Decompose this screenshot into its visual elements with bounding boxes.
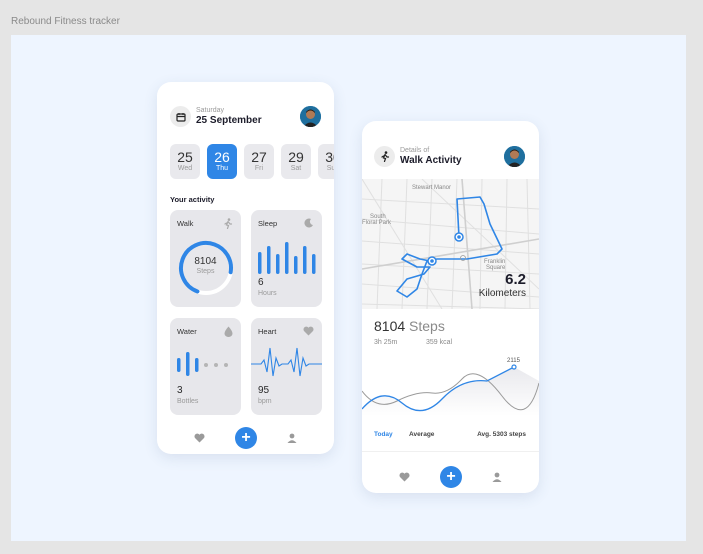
header-day: Saturday <box>196 107 225 114</box>
walk-title: Walk <box>177 219 194 228</box>
sleep-title: Sleep <box>258 219 278 228</box>
steps-line-chart <box>362 364 539 416</box>
avatar-image <box>504 146 525 167</box>
add-button[interactable]: + <box>235 427 257 449</box>
date-weekday: Thu <box>215 165 229 172</box>
date-number: 25 <box>177 149 193 165</box>
steps-value: 8104 <box>374 318 406 334</box>
heart-title: Heart <box>258 327 277 336</box>
frame-title: Rebound Fitness tracker <box>11 16 120 27</box>
heart-unit: bpm <box>258 398 272 405</box>
walk-unit: Steps <box>196 268 215 275</box>
map-label-park-2: Floral Park <box>362 220 392 226</box>
duration-stat: 3h 25m <box>374 339 398 346</box>
date-weekday: Sun <box>326 165 334 172</box>
sleep-unit: Hours <box>258 290 277 297</box>
date-chip[interactable]: 25 Wed <box>170 144 200 179</box>
distance-value: 6.2 <box>505 271 526 288</box>
walk-icon <box>380 151 389 162</box>
heart-pulse <box>251 347 322 377</box>
divider <box>362 451 539 452</box>
drop-icon <box>224 326 233 337</box>
date-weekday: Wed <box>177 165 193 172</box>
canvas <box>11 35 686 541</box>
walk-header: Details of Walk Activity <box>374 146 462 167</box>
header-title: Walk Activity <box>400 155 462 166</box>
walk-activity-screen: Details of Walk Activity Stewart Manor S… <box>362 121 539 493</box>
walk-card[interactable]: Walk 8104 Steps <box>170 210 241 307</box>
date-number: 27 <box>251 149 267 165</box>
date-weekday: Fri <box>254 165 264 172</box>
water-unit: Bottles <box>177 398 199 405</box>
map-label-street: Stewart Manor <box>412 185 452 191</box>
avatar-image <box>300 106 321 127</box>
sleep-card[interactable]: Sleep 6 Hours <box>251 210 322 307</box>
date-chip[interactable]: 29 Sat <box>281 144 311 179</box>
section-title: Your activity <box>170 195 215 204</box>
avatar[interactable] <box>504 146 525 167</box>
water-bottles <box>177 352 228 376</box>
steps-summary: 8104 Steps <box>374 318 445 334</box>
water-value: 3 <box>177 385 183 396</box>
sleep-value: 6 <box>258 277 264 288</box>
walk-value: 8104 <box>194 256 217 267</box>
date-number: 29 <box>288 149 304 165</box>
legend-average[interactable]: Average <box>409 431 434 438</box>
calendar-button[interactable] <box>170 106 191 127</box>
calendar-icon <box>175 112 186 122</box>
date-chip[interactable]: 27 Fri <box>244 144 274 179</box>
heart-tab-icon[interactable] <box>399 472 410 482</box>
activity-screen: Saturday 25 September 25 Wed 26 Thu 27 Fri 29 S… <box>157 82 334 454</box>
water-card[interactable]: Water 3 Bottles <box>170 318 241 415</box>
tab-bar: + <box>362 461 539 493</box>
steps-label: Steps <box>409 318 445 334</box>
profile-tab-icon[interactable] <box>492 472 502 482</box>
heart-value: 95 <box>258 385 270 396</box>
avatar[interactable] <box>300 106 321 127</box>
avg-steps: Avg. 5303 steps <box>477 431 526 438</box>
date-number: 30 <box>325 149 334 165</box>
map-label-square-2: Square <box>486 265 506 271</box>
legend-today[interactable]: Today <box>374 431 393 438</box>
header-subtitle: Details of <box>400 147 430 154</box>
heart-card[interactable]: Heart 95 bpm <box>251 318 322 415</box>
water-title: Water <box>177 327 197 336</box>
date-chip[interactable]: 26 Thu <box>207 144 237 179</box>
tab-bar: + <box>157 422 334 454</box>
calories-stat: 359 kcal <box>426 339 453 346</box>
heart-tab-icon[interactable] <box>194 433 205 443</box>
date-chip[interactable]: 30Sun <box>318 144 334 179</box>
date-header: Saturday 25 September <box>170 106 262 127</box>
profile-tab-icon[interactable] <box>287 433 297 443</box>
date-selector: 25Wed26Thu27Fri29Sat30Sun <box>170 144 334 179</box>
heart-icon <box>303 326 314 336</box>
header-date: 25 September <box>196 115 262 126</box>
distance-unit: Kilometers <box>478 288 526 299</box>
add-button[interactable]: + <box>440 466 462 488</box>
date-weekday: Sat <box>290 165 302 172</box>
sleep-bars <box>258 242 316 274</box>
walk-button[interactable] <box>374 146 395 167</box>
walk-icon <box>224 218 233 229</box>
moon-icon <box>304 218 313 228</box>
date-number: 26 <box>214 149 230 165</box>
